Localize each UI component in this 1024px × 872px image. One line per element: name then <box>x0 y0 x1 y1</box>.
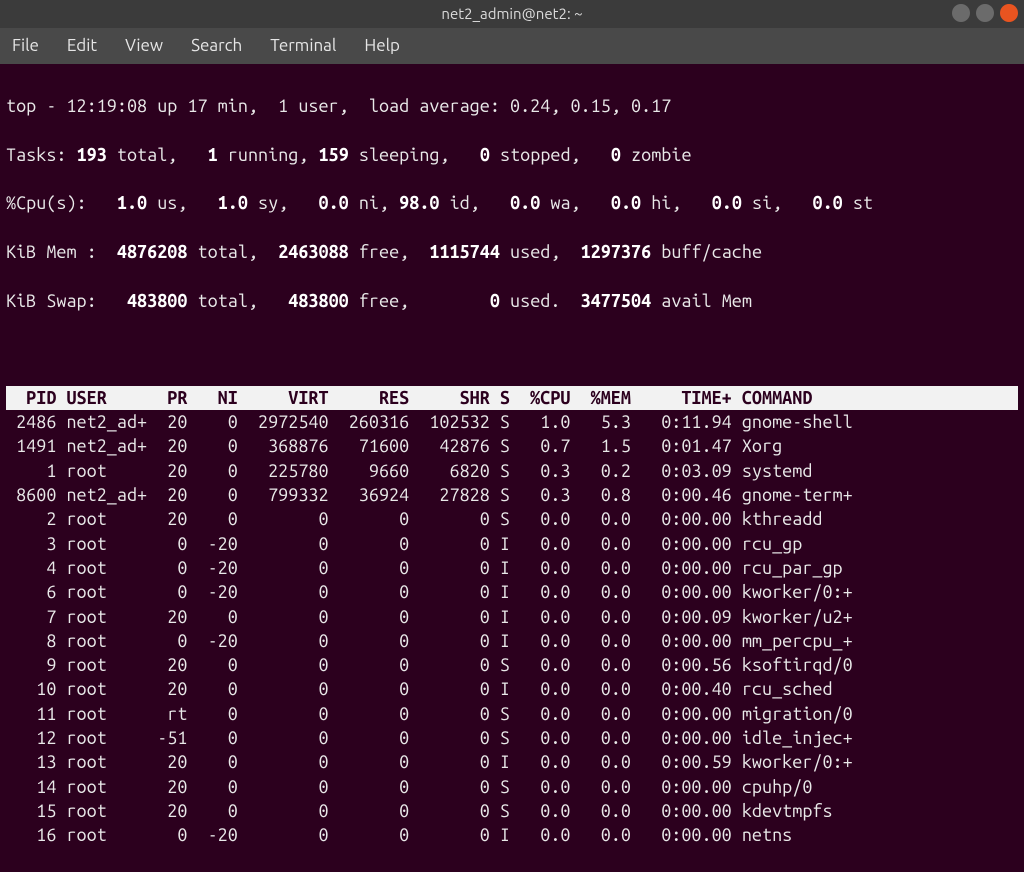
window-close-button[interactable] <box>1000 4 1018 22</box>
top-summary-mem: KiB Mem : 4876208 total, 2463088 free, 1… <box>6 240 1018 264</box>
menubar: File Edit View Search Terminal Help <box>0 28 1024 64</box>
process-row: 3 root 0 -20 0 0 0 I 0.0 0.0 0:00.00 rcu… <box>6 532 1018 556</box>
menu-terminal[interactable]: Terminal <box>270 35 336 58</box>
window-minimize-button[interactable] <box>952 4 970 22</box>
process-row: 16 root 0 -20 0 0 0 I 0.0 0.0 0:00.00 ne… <box>6 823 1018 847</box>
terminal-output[interactable]: top - 12:19:08 up 17 min, 1 user, load a… <box>0 64 1024 872</box>
top-summary-cpu: %Cpu(s): 1.0 us, 1.0 sy, 0.0 ni, 98.0 id… <box>6 191 1018 215</box>
process-row: 13 root 20 0 0 0 0 I 0.0 0.0 0:00.59 kwo… <box>6 750 1018 774</box>
process-row: 8600 net2_ad+ 20 0 799332 36924 27828 S … <box>6 483 1018 507</box>
process-table-body: 2486 net2_ad+ 20 0 2972540 260316 102532… <box>6 410 1018 847</box>
top-summary-swap: KiB Swap: 483800 total, 483800 free, 0 u… <box>6 289 1018 313</box>
menu-file[interactable]: File <box>12 35 39 58</box>
process-row: 8 root 0 -20 0 0 0 I 0.0 0.0 0:00.00 mm_… <box>6 629 1018 653</box>
menu-help[interactable]: Help <box>364 35 400 58</box>
process-row: 7 root 20 0 0 0 0 I 0.0 0.0 0:00.09 kwor… <box>6 605 1018 629</box>
process-row: 12 root -51 0 0 0 0 S 0.0 0.0 0:00.00 id… <box>6 726 1018 750</box>
process-row: 1 root 20 0 225780 9660 6820 S 0.3 0.2 0… <box>6 459 1018 483</box>
window-titlebar: net2_admin@net2: ~ <box>0 0 1024 28</box>
top-summary-line1: top - 12:19:08 up 17 min, 1 user, load a… <box>6 94 1018 118</box>
window-title: net2_admin@net2: ~ <box>441 4 582 24</box>
window-maximize-button[interactable] <box>976 4 994 22</box>
menu-view[interactable]: View <box>125 35 163 58</box>
process-row: 14 root 20 0 0 0 0 S 0.0 0.0 0:00.00 cpu… <box>6 775 1018 799</box>
process-row: 15 root 20 0 0 0 0 S 0.0 0.0 0:00.00 kde… <box>6 799 1018 823</box>
process-row: 4 root 0 -20 0 0 0 I 0.0 0.0 0:00.00 rcu… <box>6 556 1018 580</box>
top-summary-tasks: Tasks: 193 total, 1 running, 159 sleepin… <box>6 143 1018 167</box>
process-row: 11 root rt 0 0 0 0 S 0.0 0.0 0:00.00 mig… <box>6 702 1018 726</box>
process-row: 9 root 20 0 0 0 0 S 0.0 0.0 0:00.56 ksof… <box>6 653 1018 677</box>
menu-edit[interactable]: Edit <box>67 35 97 58</box>
process-row: 1491 net2_ad+ 20 0 368876 71600 42876 S … <box>6 434 1018 458</box>
process-row: 6 root 0 -20 0 0 0 I 0.0 0.0 0:00.00 kwo… <box>6 580 1018 604</box>
process-row: 10 root 20 0 0 0 0 I 0.0 0.0 0:00.40 rcu… <box>6 677 1018 701</box>
process-table-header: PID USER PR NI VIRT RES SHR S %CPU %MEM … <box>6 386 1018 410</box>
process-row: 2486 net2_ad+ 20 0 2972540 260316 102532… <box>6 410 1018 434</box>
menu-search[interactable]: Search <box>191 35 242 58</box>
process-row: 2 root 20 0 0 0 0 S 0.0 0.0 0:00.00 kthr… <box>6 507 1018 531</box>
